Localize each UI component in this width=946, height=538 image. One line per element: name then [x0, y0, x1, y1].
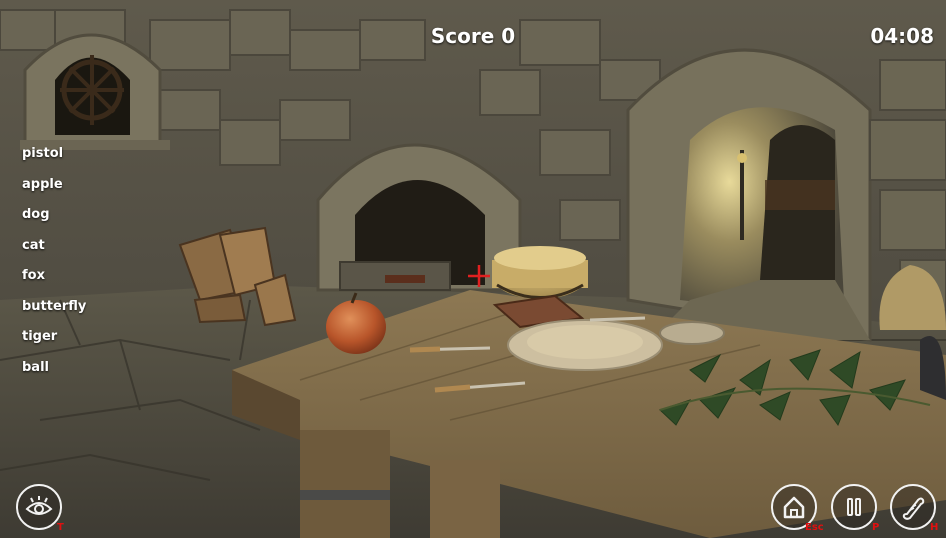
- list-item: apple: [22, 176, 63, 192]
- hint-button[interactable]: [16, 484, 62, 530]
- list-item: pistol: [22, 146, 64, 161]
- pause-hotkey: P: [872, 522, 880, 533]
- crosshair-icon: [468, 265, 490, 287]
- list-item: butterfly: [22, 298, 87, 314]
- pause-button[interactable]: [831, 484, 877, 530]
- pause-icon: [847, 498, 861, 516]
- list-item: tiger: [22, 329, 58, 344]
- countdown-timer: 04:08: [870, 24, 934, 48]
- items-to-find-list: pistol apple dog cat fox butterfly tiger…: [22, 143, 86, 387]
- list-item: cat: [22, 237, 45, 253]
- eye-icon: [25, 496, 53, 515]
- game-viewport[interactable]: Score 0 04:08 pistol apple dog cat fox b…: [0, 0, 946, 538]
- scroll-icon: [902, 497, 925, 520]
- list-item: dog: [22, 207, 50, 222]
- help-hotkey: H: [930, 522, 939, 533]
- score-label: Score 0: [430, 24, 516, 48]
- home-hotkey: Esc: [805, 522, 824, 533]
- home-icon: [783, 496, 805, 519]
- list-item: fox: [22, 268, 45, 283]
- hint-hotkey: T: [57, 522, 64, 533]
- list-item: ball: [22, 359, 49, 375]
